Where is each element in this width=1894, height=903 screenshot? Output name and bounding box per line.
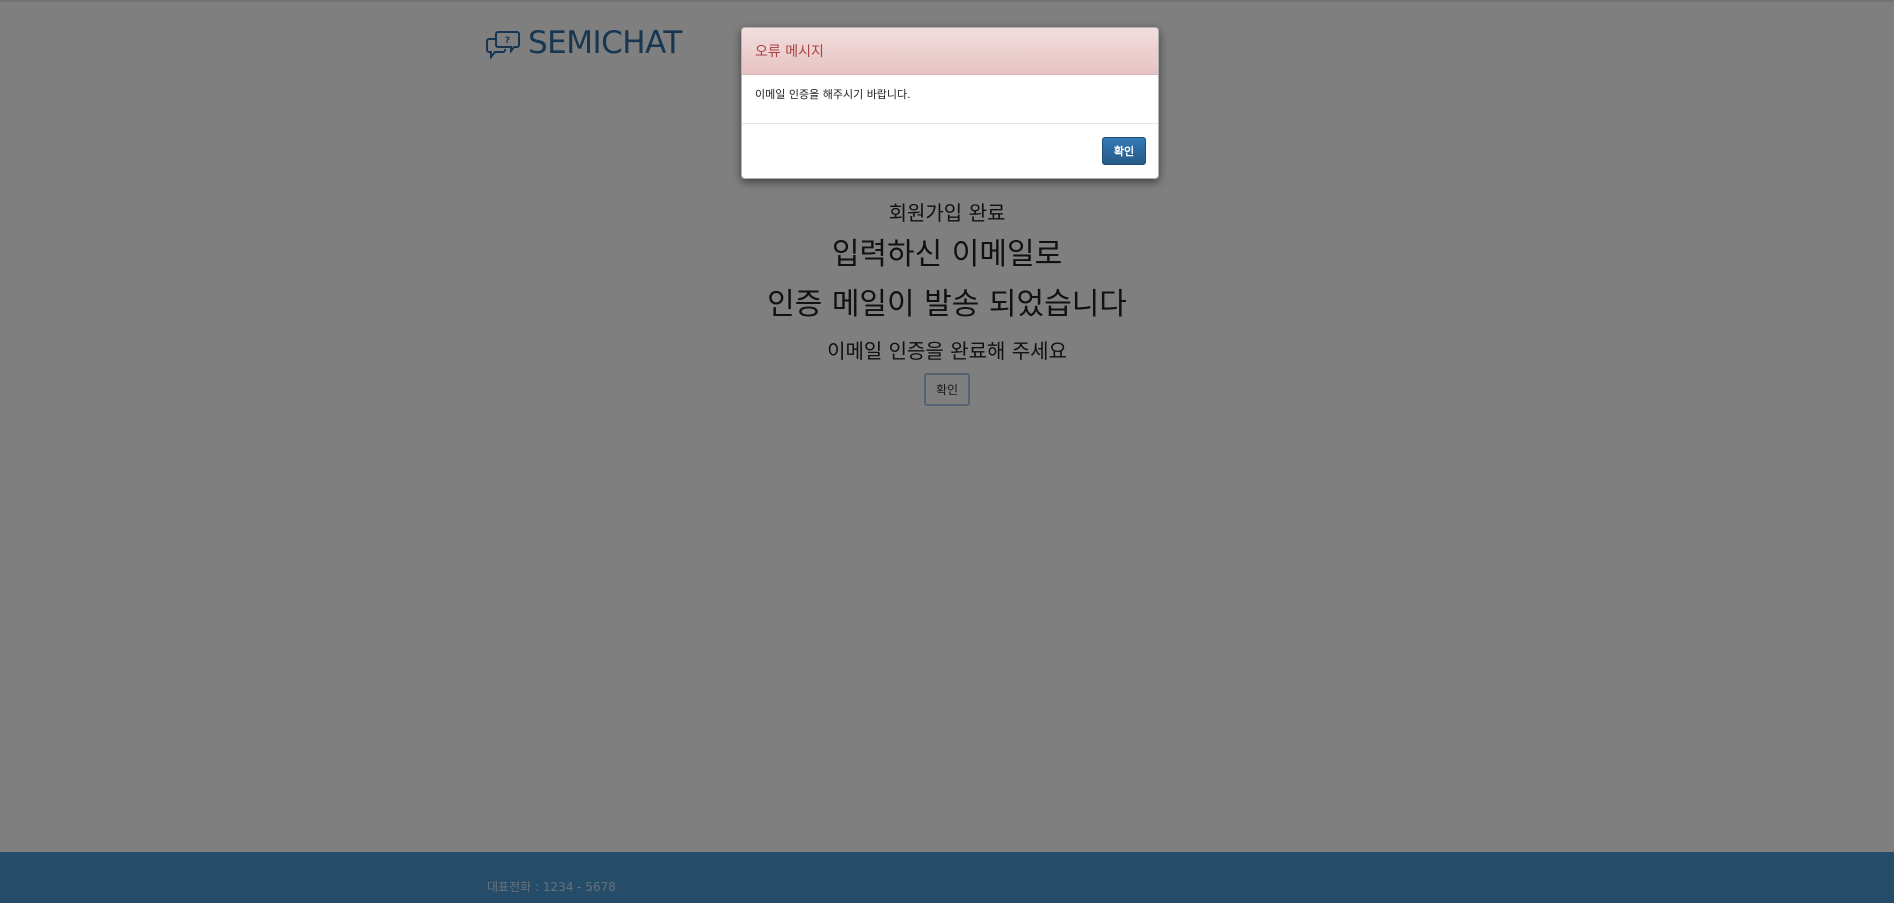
- modal-footer: 확인: [742, 124, 1158, 177]
- page: ? SEMICHAT 회원가입 완료 입력하신 이메일로 인증 메일이 발송 되…: [0, 0, 1894, 903]
- modal-body: 이메일 인증을 해주시기 바랍니다.: [742, 75, 1158, 124]
- error-modal: 오류 메시지 이메일 인증을 해주시기 바랍니다. 확인: [741, 27, 1159, 179]
- modal-header: 오류 메시지: [742, 28, 1158, 75]
- modal-ok-button[interactable]: 확인: [1102, 136, 1146, 165]
- modal-message: 이메일 인증을 해주시기 바랍니다.: [755, 88, 911, 101]
- modal-title: 오류 메시지: [755, 44, 824, 60]
